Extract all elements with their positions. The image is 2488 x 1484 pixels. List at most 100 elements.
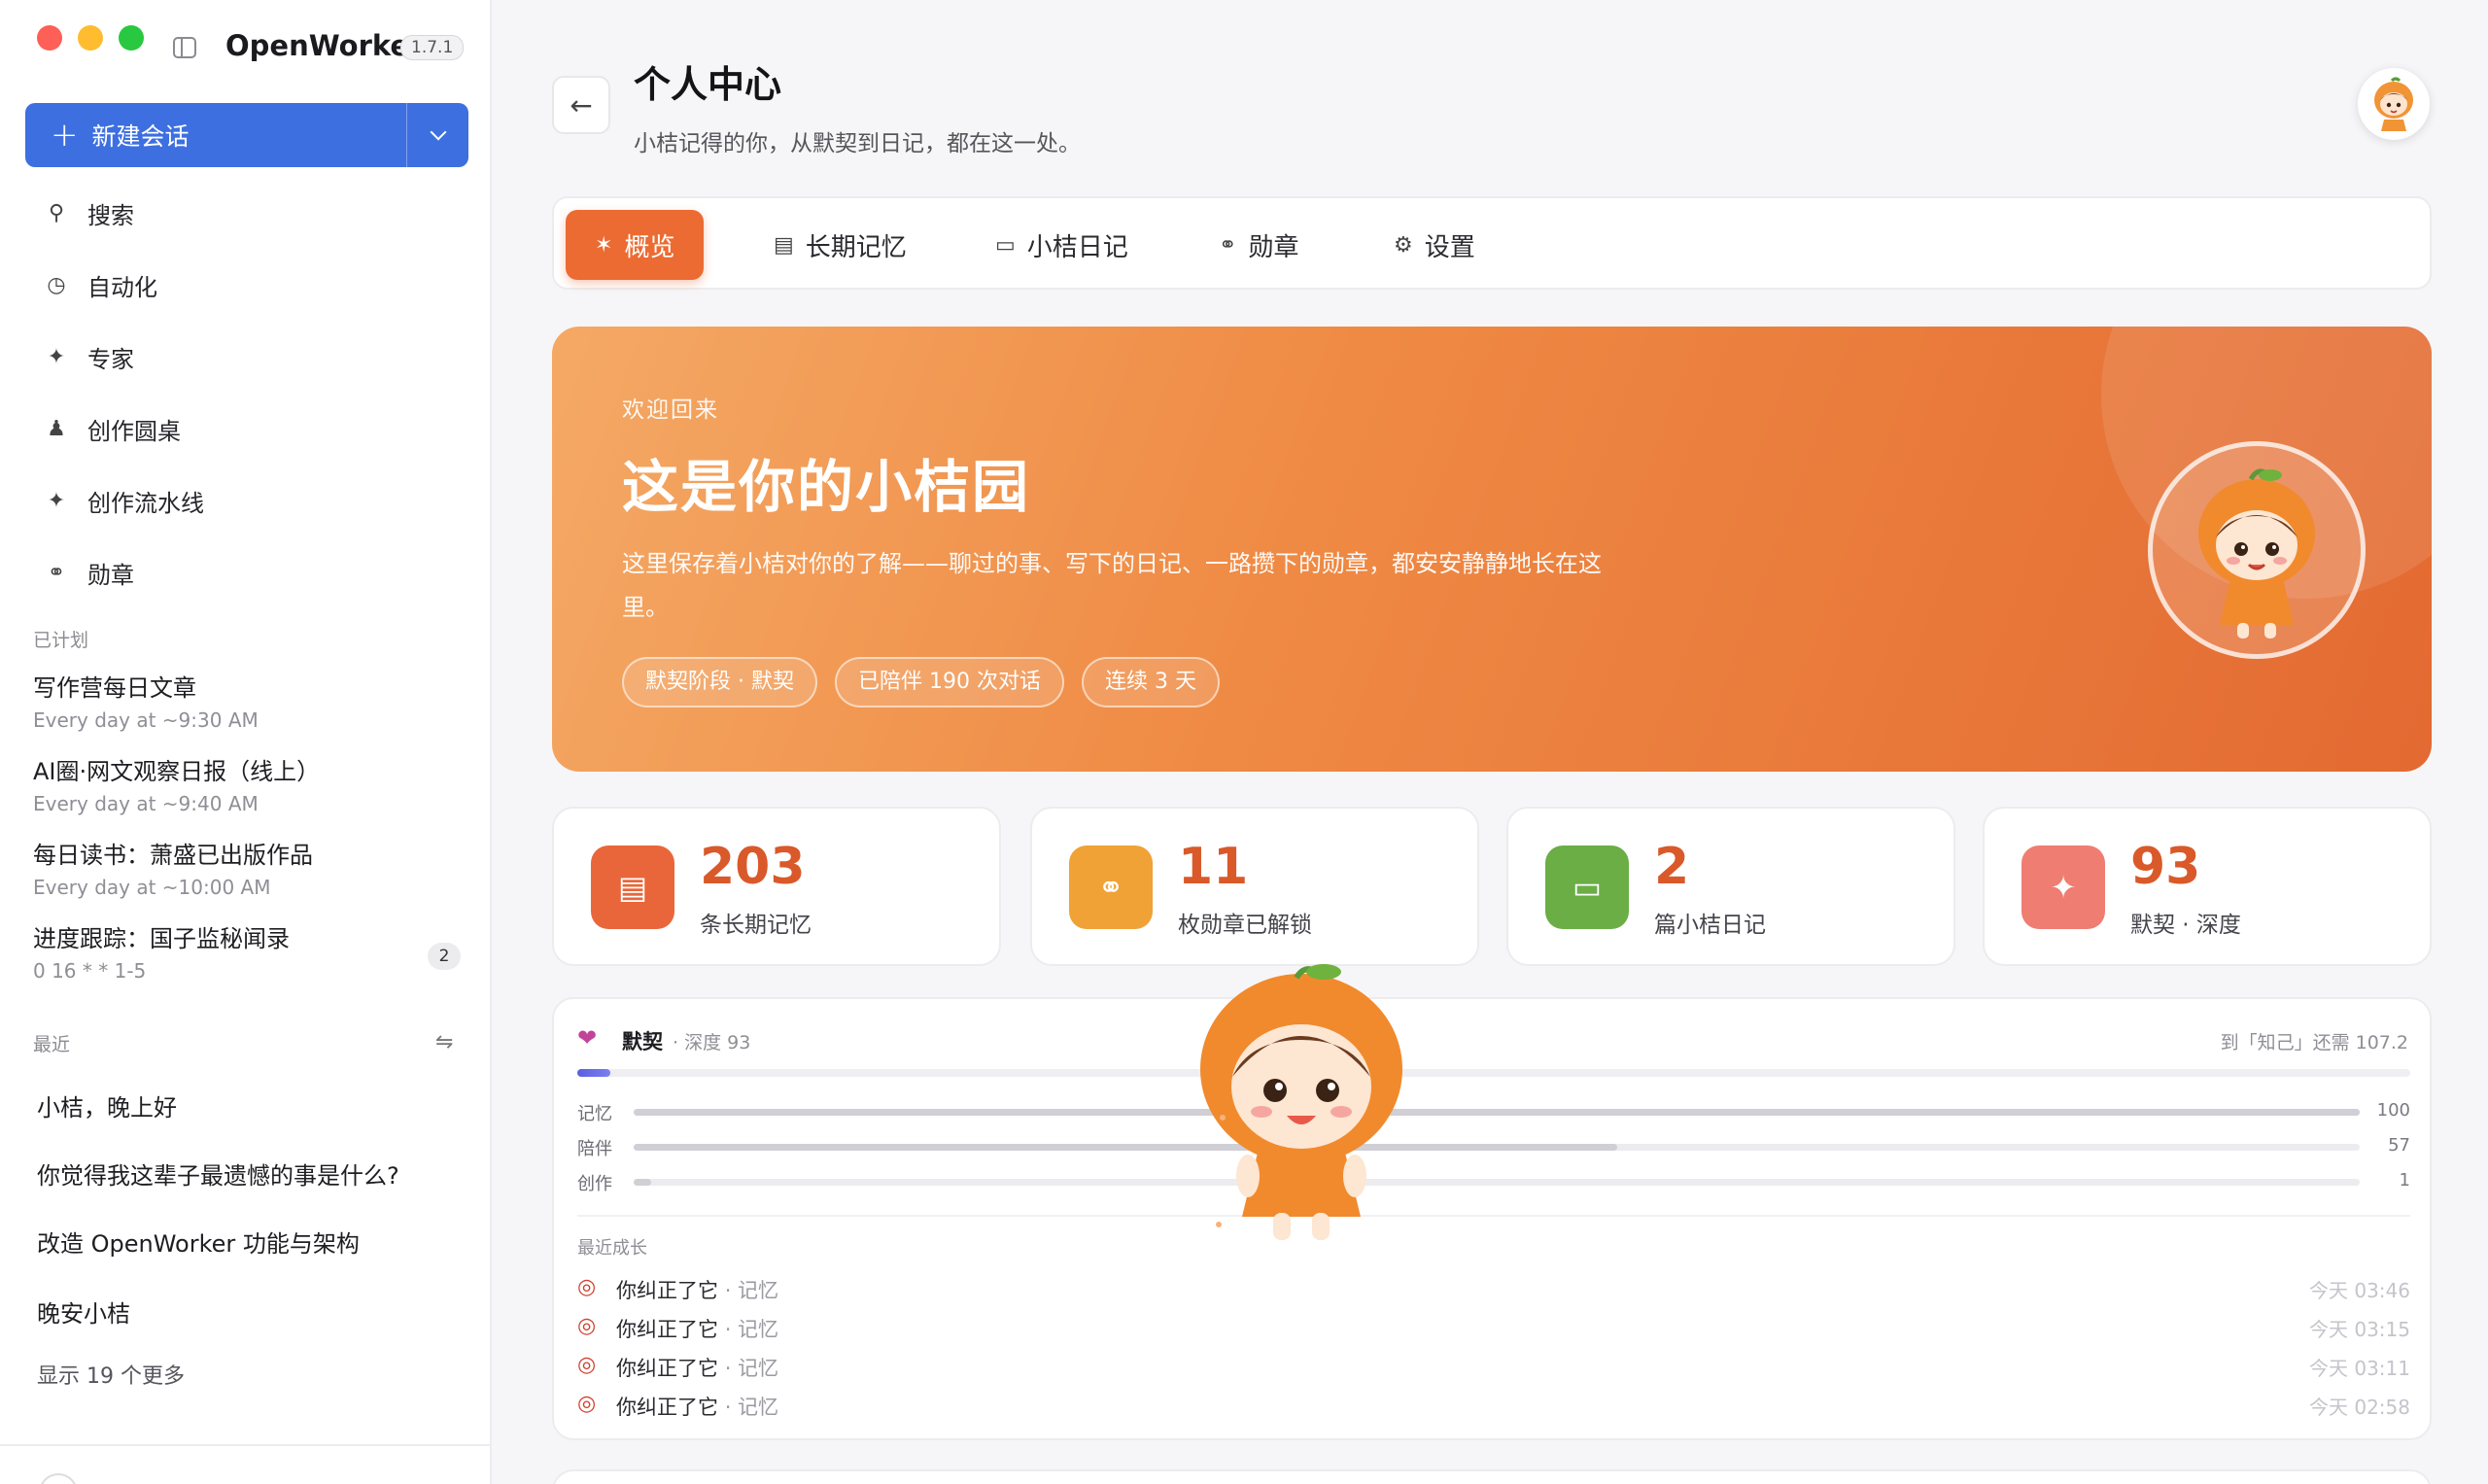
scheduled-item[interactable]: 每日读书：萧盛已出版作品 Every day at ~10:00 AM [33, 836, 461, 899]
next-level-hint: 到「知己」还需 107.2 [2220, 1032, 2408, 1053]
tab-label: 长期记忆 [805, 232, 907, 262]
growth-category: · 记忆 [724, 1279, 779, 1302]
scheduled-item[interactable]: 进度跟踪：国子监秘闻录 0 16 * * 1-5 2 [33, 919, 461, 983]
bond-progress-fill [577, 1069, 610, 1077]
sidebar-item-medals[interactable]: ⚭ 勋章 [25, 536, 468, 608]
new-chat-button[interactable]: + 新建会话 [25, 103, 468, 167]
tab-diary[interactable]: ▭ 小桔日记 [995, 210, 1128, 280]
streak-chip: 连续 3 天 [1081, 657, 1220, 707]
scheduled-item[interactable]: 写作营每日文章 Every day at ~9:30 AM [33, 669, 461, 732]
growth-item[interactable]: ◎ 你纠正了它 · 记忆 今天 03:11 [577, 1351, 2410, 1380]
target-icon: ◎ [577, 1353, 597, 1377]
stat-value: 203 [700, 838, 806, 896]
scheduled-title: 每日读书：萧盛已出版作品 [33, 842, 313, 869]
scheduled-item[interactable]: AI圈·网文观察日报（线上） Every day at ~9:40 AM [33, 752, 461, 815]
sidebar-toggle-icon[interactable] [173, 37, 196, 58]
sidebar-item-roundtable[interactable]: ♟ 创作圆桌 [25, 393, 468, 465]
minimize-window-button[interactable] [78, 25, 103, 51]
conversation-count-chip: 已陪伴 190 次对话 [834, 657, 1064, 707]
floating-mascot[interactable] [1190, 962, 1413, 1254]
growth-category: · 记忆 [724, 1357, 779, 1380]
count-badge: 2 [428, 943, 461, 970]
growth-item[interactable]: ◎ 你纠正了它 · 记忆 今天 03:15 [577, 1312, 2410, 1341]
stat-card-medals[interactable]: ⚭ 11 枚勋章已解锁 [1030, 807, 1479, 966]
metric-row-memory: 记忆 100 [577, 1100, 2410, 1124]
mascot-avatar[interactable] [2358, 68, 2430, 140]
divider [0, 1444, 490, 1446]
users-icon: ♟ [47, 416, 66, 441]
stat-card-diary[interactable]: ▭ 2 篇小桔日记 [1506, 807, 1955, 966]
recent-growth-label: 最近成长 [577, 1238, 647, 1259]
metric-bar-fill [634, 1179, 651, 1186]
tab-settings[interactable]: ⚙ 设置 [1394, 210, 1475, 280]
tab-medals[interactable]: ⚭ 勋章 [1219, 210, 1298, 280]
stat-label: 默契 · 深度 [2130, 913, 2241, 938]
filter-icon[interactable]: ⇋ [435, 1030, 453, 1054]
bond-stage-chip: 默契阶段 · 默契 [622, 657, 817, 707]
growth-time: 今天 03:15 [2309, 1318, 2410, 1341]
plus-icon: + [51, 116, 79, 155]
metric-label: 创作 [577, 1174, 612, 1194]
growth-item[interactable]: ◎ 你纠正了它 · 记忆 今天 03:46 [577, 1273, 2410, 1302]
tab-overview[interactable]: ✶ 概览 [566, 210, 705, 280]
sidebar-item-search[interactable]: ⚲ 搜索 [25, 177, 468, 249]
zoom-window-button[interactable] [119, 25, 144, 51]
sidebar-item-automation[interactable]: ◷ 自动化 [25, 249, 468, 321]
growth-category: · 记忆 [724, 1396, 779, 1419]
growth-text: 你纠正了它 [616, 1396, 718, 1419]
close-window-button[interactable] [37, 25, 62, 51]
sparkle-icon: ✦ [47, 488, 66, 513]
metric-label: 陪伴 [577, 1139, 612, 1159]
chevron-down-icon [430, 123, 446, 141]
sidebar-item-label: 创作圆桌 [87, 417, 181, 445]
sidebar-item-pipeline[interactable]: ✦ 创作流水线 [25, 465, 468, 536]
recent-chat-item[interactable]: 晚安小桔 [37, 1294, 465, 1329]
sidebar: OpenWorker 1.7.1 + 新建会话 ⚲ 搜索 ◷ 自动化 ✦ 专家 … [0, 0, 492, 1484]
user-avatar[interactable] [39, 1473, 78, 1484]
stat-value: 93 [2130, 838, 2201, 896]
bond-depth: · 深度 93 [673, 1032, 751, 1053]
banner-description: 这里保存着小桔对你的了解——聊过的事、写下的日记、一路攒下的勋章，都安安静静地长… [622, 550, 1602, 621]
gem-icon: ❤ [577, 1024, 598, 1052]
recent-chat-item[interactable]: 你觉得我这辈子最遗憾的事是什么? [37, 1156, 465, 1191]
arrow-left-icon: ← [570, 88, 593, 121]
mascot-avatar-icon [2374, 77, 2413, 131]
search-icon: ⚲ [48, 200, 65, 225]
metric-value: 57 [2388, 1135, 2410, 1156]
metric-row-creation: 创作 1 [577, 1170, 2410, 1194]
growth-text: 你纠正了它 [616, 1279, 718, 1302]
stat-card-bond[interactable]: ✦ 93 默契 · 深度 [1983, 807, 2432, 966]
version-badge: 1.7.1 [400, 35, 465, 60]
book-icon: ▭ [995, 232, 1016, 258]
scheduled-title: 进度跟踪：国子监秘闻录 [33, 925, 290, 952]
sidebar-item-label: 专家 [87, 345, 134, 373]
stat-card-memory[interactable]: ▤ 203 条长期记忆 [552, 807, 1001, 966]
mascot-portrait [2148, 441, 2366, 659]
metric-value: 100 [2376, 1100, 2410, 1121]
tab-label: 勋章 [1248, 232, 1299, 262]
scheduled-time: 0 16 * * 1-5 [33, 959, 147, 983]
new-chat-dropdown-button[interactable] [406, 103, 468, 167]
growth-text: 你纠正了它 [616, 1357, 718, 1380]
sidebar-item-experts[interactable]: ✦ 专家 [25, 321, 468, 393]
scheduled-title: 写作营每日文章 [33, 674, 196, 702]
tab-label: 设置 [1424, 232, 1475, 262]
divider [577, 1215, 2410, 1217]
show-more-link[interactable]: 显示 19 个更多 [37, 1359, 185, 1390]
sidebar-item-label: 勋章 [87, 561, 134, 589]
recent-chat-item[interactable]: 改造 OpenWorker 功能与架构 [37, 1225, 465, 1259]
tab-long-term-memory[interactable]: ▤ 长期记忆 [774, 210, 907, 280]
recent-chat-item[interactable]: 小桔，晚上好 [37, 1088, 465, 1122]
tab-label: 概览 [624, 232, 675, 262]
stat-label: 枚勋章已解锁 [1178, 913, 1312, 938]
back-button[interactable]: ← [552, 76, 610, 134]
growth-time: 今天 03:11 [2309, 1357, 2410, 1380]
scheduled-time: Every day at ~9:40 AM [33, 792, 259, 815]
sparkle-icon: ✶ [595, 232, 613, 258]
growth-item[interactable]: ◎ 你纠正了它 · 记忆 今天 02:58 [577, 1390, 2410, 1419]
stat-label: 篇小桔日记 [1654, 913, 1766, 938]
sidebar-item-label: 创作流水线 [87, 489, 204, 517]
stat-label: 条长期记忆 [700, 913, 812, 938]
clock-icon: ◷ [47, 272, 66, 297]
metric-value: 1 [2399, 1170, 2410, 1191]
